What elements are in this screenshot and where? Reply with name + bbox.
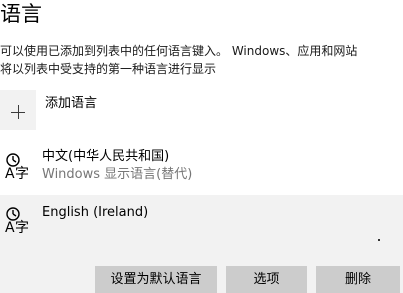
language-name: English (Ireland)	[42, 205, 149, 220]
language-icon: A 字	[5, 153, 29, 181]
cursor-dot	[378, 239, 380, 241]
page-title: 语言	[0, 2, 42, 26]
language-subtitle: Windows 显示语言(替代)	[42, 167, 193, 182]
add-language-button[interactable]: 添加语言	[0, 90, 403, 138]
language-item-chinese[interactable]: A 字 中文(中华人民共和国) Windows 显示语言(替代)	[0, 143, 403, 195]
language-icon: A 字	[5, 207, 29, 235]
page-description-line-1: 可以使用已添加到列表中的任何语言键入。 Windows、应用和网站	[0, 44, 358, 58]
remove-button[interactable]: 删除	[316, 266, 400, 293]
plus-icon	[0, 90, 36, 130]
set-default-language-button[interactable]: 设置为默认语言	[95, 266, 217, 293]
add-language-label: 添加语言	[45, 96, 98, 111]
svg-text:字: 字	[15, 220, 29, 235]
svg-text:字: 字	[15, 166, 29, 181]
language-settings-page: 语言 可以使用已添加到列表中的任何语言键入。 Windows、应用和网站 将以列…	[0, 0, 403, 293]
svg-text:A: A	[5, 220, 15, 235]
language-item-english-ireland[interactable]: A 字 English (Ireland) 设置为默认语言 选项 删除	[0, 195, 403, 293]
options-button[interactable]: 选项	[226, 266, 307, 293]
page-description-line-2: 将以列表中受支持的第一种语言进行显示	[0, 62, 217, 76]
svg-text:A: A	[5, 166, 15, 181]
language-name: 中文(中华人民共和国)	[42, 149, 170, 164]
